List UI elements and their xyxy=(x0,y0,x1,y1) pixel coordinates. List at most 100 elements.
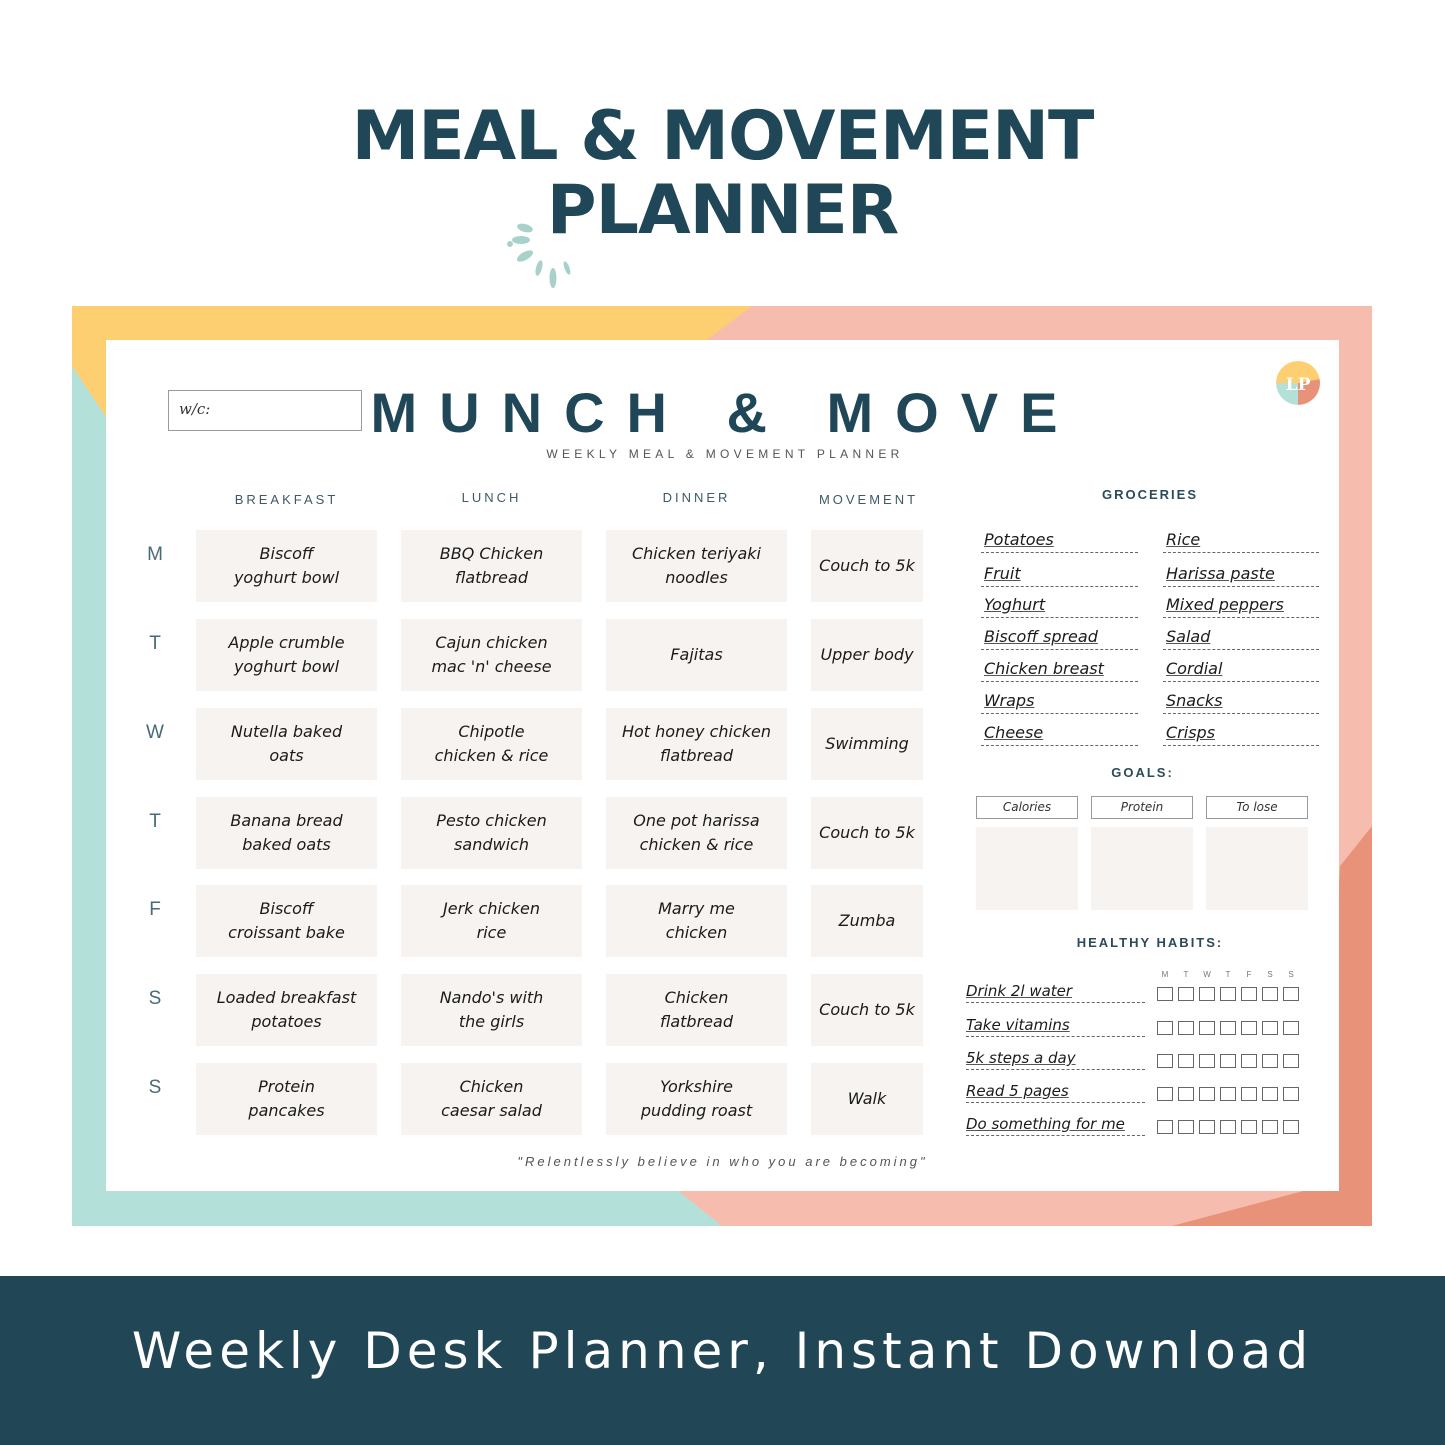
habit-day-letter: F xyxy=(1246,970,1252,979)
grocery-item[interactable]: Harissa paste xyxy=(1163,561,1319,587)
breakfast-cell[interactable]: Protein pancakes xyxy=(196,1063,377,1135)
habit-checkbox[interactable] xyxy=(1283,987,1299,1001)
habit-checkbox[interactable] xyxy=(1157,1021,1173,1035)
groceries-heading: GROCERIES xyxy=(1101,487,1198,502)
habit-checkbox[interactable] xyxy=(1157,1054,1173,1068)
week-commencing-label: w/c: xyxy=(179,400,211,418)
habit-checkbox[interactable] xyxy=(1220,1021,1236,1035)
habit-checkbox[interactable] xyxy=(1283,1054,1299,1068)
dinner-cell[interactable]: Chicken flatbread xyxy=(606,974,787,1046)
habit-checkbox[interactable] xyxy=(1157,1120,1173,1134)
habit-checkbox[interactable] xyxy=(1241,1120,1257,1134)
habit-checkbox[interactable] xyxy=(1178,1120,1194,1134)
dinner-cell[interactable]: Chicken teriyaki noodles xyxy=(606,530,787,602)
lunch-cell[interactable]: Cajun chicken mac 'n' cheese xyxy=(401,619,582,691)
habit-checkbox[interactable] xyxy=(1220,1120,1236,1134)
lunch-cell[interactable]: Chipotle chicken & rice xyxy=(401,708,582,780)
lunch-cell[interactable]: Nando's with the girls xyxy=(401,974,582,1046)
column-header-breakfast: BREAKFAST xyxy=(234,492,339,507)
habit-checkbox[interactable] xyxy=(1178,1021,1194,1035)
movement-cell[interactable]: Couch to 5k xyxy=(811,974,923,1046)
habit-item[interactable]: 5k steps a day xyxy=(966,1046,1145,1070)
dinner-cell[interactable]: Hot honey chicken flatbread xyxy=(606,708,787,780)
habit-checkbox[interactable] xyxy=(1262,987,1278,1001)
lunch-cell[interactable]: Chicken caesar salad xyxy=(401,1063,582,1135)
habit-day-letter: T xyxy=(1183,970,1189,979)
habit-item[interactable]: Read 5 pages xyxy=(966,1079,1145,1103)
grocery-item[interactable]: Wraps xyxy=(981,688,1138,714)
goal-value-box[interactable] xyxy=(976,827,1078,910)
goals-heading: GOALS: xyxy=(1111,765,1174,780)
habit-checkbox[interactable] xyxy=(1241,1054,1257,1068)
habit-checkbox[interactable] xyxy=(1241,987,1257,1001)
lunch-cell[interactable]: Jerk chicken rice xyxy=(401,885,582,957)
grocery-item[interactable]: Chicken breast xyxy=(981,656,1138,682)
habit-checkbox[interactable] xyxy=(1199,1054,1215,1068)
habit-checkbox[interactable] xyxy=(1283,1120,1299,1134)
habit-checkbox[interactable] xyxy=(1178,1054,1194,1068)
movement-cell[interactable]: Zumba xyxy=(811,885,923,957)
movement-cell[interactable]: Couch to 5k xyxy=(811,530,923,602)
habit-day-letter: S xyxy=(1267,970,1273,979)
habit-checkbox[interactable] xyxy=(1220,1087,1236,1101)
goal-value-box[interactable] xyxy=(1206,827,1308,910)
grocery-item[interactable]: Cheese xyxy=(981,720,1138,746)
movement-cell[interactable]: Upper body xyxy=(811,619,923,691)
grocery-item[interactable]: Rice xyxy=(1163,527,1319,553)
grocery-item[interactable]: Yoghurt xyxy=(981,592,1138,618)
habit-checkbox[interactable] xyxy=(1262,1054,1278,1068)
movement-cell[interactable]: Walk xyxy=(811,1063,923,1135)
lunch-cell[interactable]: Pesto chicken sandwich xyxy=(401,797,582,869)
habit-checkbox[interactable] xyxy=(1178,1087,1194,1101)
habit-checkbox[interactable] xyxy=(1157,1087,1173,1101)
habit-checkbox[interactable] xyxy=(1241,1087,1257,1101)
movement-cell[interactable]: Swimming xyxy=(811,708,923,780)
habit-checkbox[interactable] xyxy=(1199,1087,1215,1101)
habit-checkbox[interactable] xyxy=(1262,1087,1278,1101)
habit-checkbox[interactable] xyxy=(1262,1120,1278,1134)
week-commencing-field[interactable]: w/c: xyxy=(168,390,362,431)
habit-checkbox[interactable] xyxy=(1283,1021,1299,1035)
habit-day-letter: M xyxy=(1161,970,1169,979)
grocery-item[interactable]: Crisps xyxy=(1163,720,1319,746)
day-label: T xyxy=(149,633,161,654)
goal-value-box[interactable] xyxy=(1091,827,1193,910)
breakfast-cell[interactable]: Biscoff croissant bake xyxy=(196,885,377,957)
habit-checkbox[interactable] xyxy=(1241,1021,1257,1035)
grocery-item[interactable]: Biscoff spread xyxy=(981,624,1138,650)
grocery-item[interactable]: Fruit xyxy=(981,561,1138,587)
dinner-cell[interactable]: Fajitas xyxy=(606,619,787,691)
grocery-item[interactable]: Salad xyxy=(1163,624,1319,650)
habit-checkbox[interactable] xyxy=(1283,1087,1299,1101)
column-header-movement: MOVEMENT xyxy=(818,492,919,507)
dinner-cell[interactable]: Marry me chicken xyxy=(606,885,787,957)
habit-item[interactable]: Take vitamins xyxy=(966,1013,1145,1037)
grocery-item[interactable]: Mixed peppers xyxy=(1163,592,1319,618)
habit-checkbox[interactable] xyxy=(1157,987,1173,1001)
habit-checkbox[interactable] xyxy=(1262,1021,1278,1035)
dinner-cell[interactable]: One pot harissa chicken & rice xyxy=(606,797,787,869)
grocery-item[interactable]: Cordial xyxy=(1163,656,1319,682)
habit-checkbox[interactable] xyxy=(1178,987,1194,1001)
breakfast-cell[interactable]: Nutella baked oats xyxy=(196,708,377,780)
habit-checkbox[interactable] xyxy=(1199,987,1215,1001)
habits-heading: HEALTHY HABITS: xyxy=(1076,935,1224,950)
hero-title-line-2: PLANNER xyxy=(546,171,899,250)
grocery-item[interactable]: Potatoes xyxy=(981,527,1138,553)
habit-item[interactable]: Drink 2l water xyxy=(966,979,1145,1003)
habit-checkbox[interactable] xyxy=(1199,1021,1215,1035)
motivational-quote: "Relentlessly believe in who you are bec… xyxy=(517,1154,928,1169)
habit-checkbox[interactable] xyxy=(1220,1054,1236,1068)
breakfast-cell[interactable]: Banana bread baked oats xyxy=(196,797,377,869)
habit-checkbox[interactable] xyxy=(1220,987,1236,1001)
lunch-cell[interactable]: BBQ Chicken flatbread xyxy=(401,530,582,602)
movement-cell[interactable]: Couch to 5k xyxy=(811,797,923,869)
grocery-item[interactable]: Snacks xyxy=(1163,688,1319,714)
goal-label: Protein xyxy=(1091,796,1193,819)
habit-item[interactable]: Do something for me xyxy=(966,1112,1145,1136)
breakfast-cell[interactable]: Loaded breakfast potatoes xyxy=(196,974,377,1046)
dinner-cell[interactable]: Yorkshire pudding roast xyxy=(606,1063,787,1135)
breakfast-cell[interactable]: Biscoff yoghurt bowl xyxy=(196,530,377,602)
breakfast-cell[interactable]: Apple crumble yoghurt bowl xyxy=(196,619,377,691)
habit-checkbox[interactable] xyxy=(1199,1120,1215,1134)
